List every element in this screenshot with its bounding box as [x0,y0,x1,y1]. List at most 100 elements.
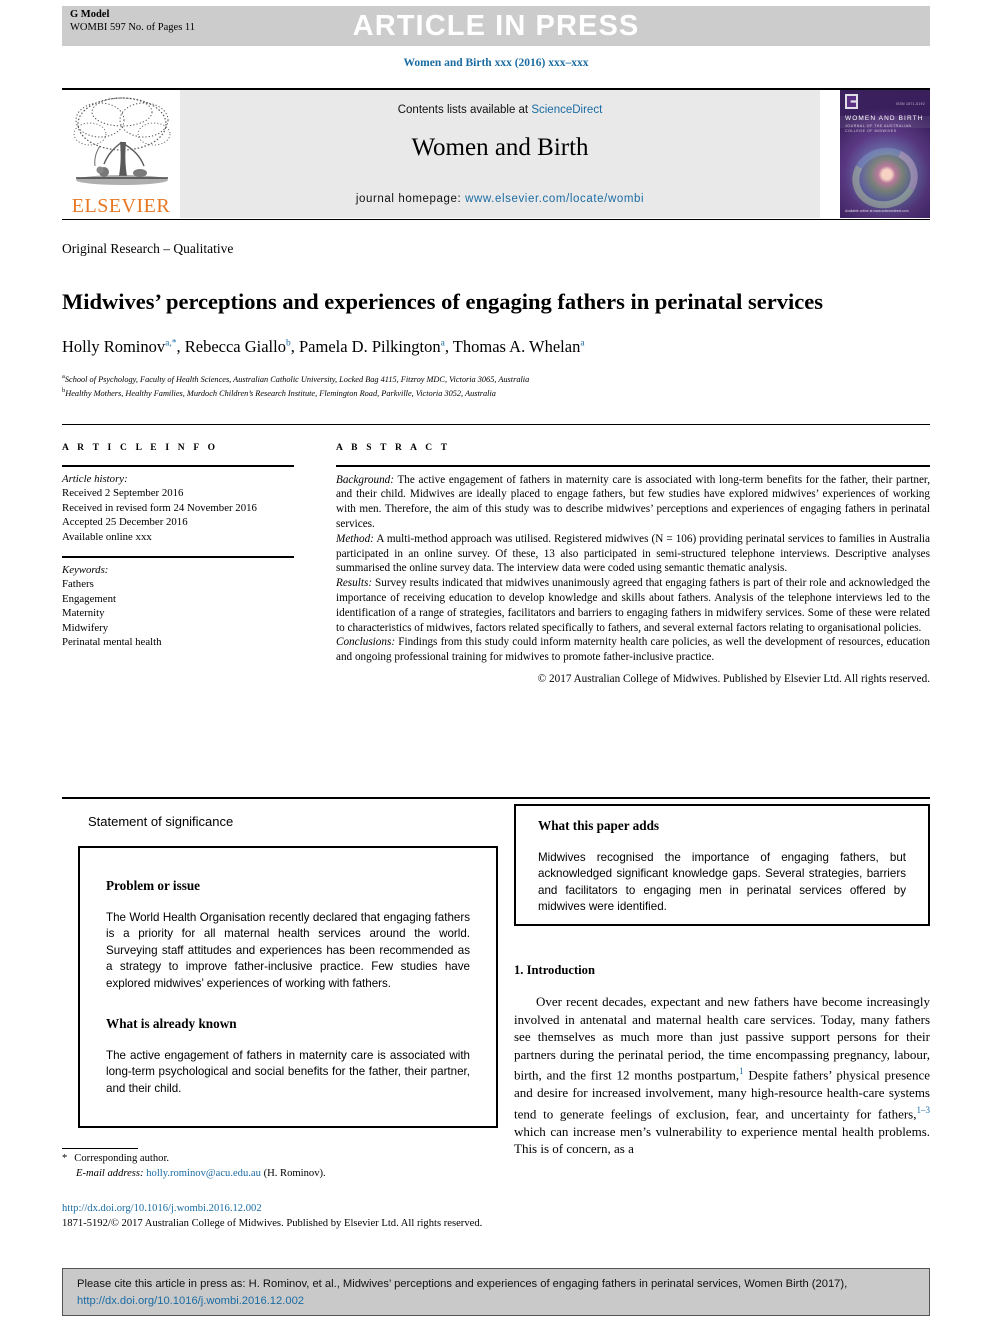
significance-heading-known: What is already known [106,1016,237,1032]
abstract-text-results: Survey results indicated that midwives u… [336,577,930,634]
g-model-label: G Model WOMBI 597 No. of Pages 11 [70,9,195,34]
history-item: Accepted 25 December 2016 [62,516,188,529]
keywords-block: Keywords: Fathers Engagement Maternity M… [62,558,294,650]
homepage-url[interactable]: www.elsevier.com/locate/wombi [465,193,644,205]
article-info-column: A R T I C L E I N F O Article history: R… [62,443,294,650]
cover-issn: ISSN 1871-5192 [895,102,925,106]
cite-text: Please cite this article in press as: H.… [77,1276,915,1309]
author-marks: b [285,338,291,349]
abstract-label-conclusions: Conclusions: [336,636,396,649]
abstract-paragraph-background: Background: The active engagement of fat… [336,473,930,532]
elsevier-logo: ELSEVIER [62,90,180,218]
abstract-body: Background: The active engagement of fat… [336,467,930,687]
affiliation-text: Healthy Mothers, Healthy Families, Murdo… [65,389,496,399]
cover-elsevier-mark-icon [845,94,858,109]
citation-ref[interactable]: 1–3 [917,1105,931,1115]
article-info-heading: A R T I C L E I N F O [62,443,219,453]
keyword-item: Perinatal mental health [62,636,162,649]
email-label: E-mail address: [76,1167,144,1179]
abstract-text-method: A multi-method approach was utilised. Re… [336,532,931,575]
affiliation-text: School of Psychology, Faculty of Health … [64,374,530,384]
elsevier-tree-icon [73,97,171,185]
abstract-paragraph-results: Results: Survey results indicated that m… [336,576,930,635]
author-marks: a,* [165,338,177,349]
page-title: Midwives’ perceptions and experiences of… [62,289,823,315]
masthead-panel: Contents lists available at ScienceDirec… [180,90,820,218]
history-item: Received 2 September 2016 [62,487,184,500]
footnote-block: * Corresponding author. E-mail address: h… [62,1152,492,1181]
keyword-item: Engagement [62,592,116,605]
history-item: Available online xxx [62,530,152,543]
journal-title: Women and Birth [411,134,589,161]
issn-copyright-line: 1871-5192/© 2017 Australian College of M… [62,1217,483,1229]
introduction-body: Over recent decades, expectant and new f… [514,993,930,1158]
homepage-label: journal homepage: [355,193,462,205]
masthead-bottom-rule [62,219,930,220]
abstract-label-results: Results: [336,577,373,590]
info-section-top-rule [62,424,930,425]
keyword-item: Midwifery [62,621,109,634]
cover-journal-subtitle: JOURNAL OF THE AUSTRALIAN COLLEGE OF MID… [845,124,912,133]
elsevier-wordmark: ELSEVIER [71,195,171,217]
introduction-heading: 1. Introduction [514,963,595,977]
cite-prefix: Please cite this article in press as: H.… [77,1278,848,1290]
contents-prefix: Contents lists available at [397,104,529,116]
doi-block: http://dx.doi.org/10.1016/j.wombi.2016.1… [62,1202,702,1231]
significance-text-problem: The World Health Organisation recently d… [106,911,470,990]
footnote-rule [62,1148,138,1150]
article-section-kind: Original Research – Qualitative [62,241,234,256]
cite-doi-link[interactable]: http://dx.doi.org/10.1016/j.wombi.2016.1… [77,1295,304,1307]
history-item: Received in revised form 24 November 201… [62,501,257,514]
statement-of-significance-box: Problem or issue The World Health Organi… [78,846,498,1128]
article-history-label: Article history: [62,472,128,485]
corresponding-author-note: * Corresponding author. [62,1152,492,1167]
abstract-label-method: Method: [336,532,374,545]
abstract-copyright: © 2017 Australian College of Midwives. P… [537,672,930,685]
corresponding-author-text: Corresponding author. [74,1153,170,1164]
abstract-heading: A B S T R A C T [336,443,451,453]
journal-homepage-line: journal homepage: www.elsevier.com/locat… [180,193,820,205]
affiliation-list: aSchool of Psychology, Faculty of Health… [62,371,912,400]
what-this-paper-adds-box: What this paper adds Midwives recognised… [514,804,930,926]
keywords-label: Keywords: [62,563,109,576]
corresponding-author-star: * [62,1153,68,1164]
cover-footer-text: Available online at www.sciencedirect.co… [845,209,909,213]
author-marks: a [580,338,585,349]
abstract-text-background: The active engagement of fathers in mate… [336,473,930,530]
journal-reference-line: Women and Birth xxx (2016) xxx–xxx [403,57,589,69]
email-owner: (H. Rominov). [263,1167,326,1179]
author-name: Pamela D. Pilkington [298,337,441,356]
keyword-item: Maternity [62,607,105,620]
abstract-text-conclusions: Findings from this study could inform ma… [336,636,930,664]
doi-link[interactable]: http://dx.doi.org/10.1016/j.wombi.2016.1… [62,1202,702,1217]
affiliation-item: aSchool of Psychology, Faculty of Health… [62,371,912,385]
abstract-paragraph-method: Method: A multi-method approach was util… [336,532,930,576]
journal-cover-thumbnail: ISSN 1871-5192 WOMEN AND BIRTH JOURNAL O… [840,90,930,218]
significance-heading-problem: Problem or issue [106,878,201,893]
abstract-bottom-rule [62,797,930,799]
author-name: Rebecca Giallo [184,337,286,356]
contents-lists-line: Contents lists available at ScienceDirec… [180,104,820,116]
abstract-column: A B S T R A C T Background: The active e… [336,443,930,687]
sciencedirect-link[interactable]: ScienceDirect [531,104,602,116]
keyword-item: Fathers [62,578,94,591]
abstract-paragraph-conclusions: Conclusions: Findings from this study co… [336,635,930,665]
author-list: Holly Rominova,*, Rebecca Giallob, Pamel… [62,337,585,356]
g-model-text: G Model [70,9,110,20]
author-name: Holly Rominov [62,337,166,356]
adds-text: Midwives recognised the importance of en… [538,851,906,914]
cite-this-article-box: Please cite this article in press as: H.… [62,1268,930,1316]
author-name: Thomas A. Whelan [452,337,581,356]
journal-masthead: ELSEVIER Contents lists available at Sci… [62,90,930,218]
affiliation-item: bHealthy Mothers, Healthy Families, Murd… [62,385,912,399]
adds-heading: What this paper adds [538,818,660,833]
email-link[interactable]: holly.rominov@acu.edu.au [146,1168,261,1179]
author-marks: a [440,338,445,349]
wombi-pages-text: WOMBI 597 No. of Pages 11 [70,21,196,33]
intro-text-part3: which can increase men’s vulnerability t… [514,1123,930,1157]
article-history-block: Article history: Received 2 September 20… [62,467,294,545]
abstract-label-background: Background: [336,473,394,486]
statement-of-significance-title: Statement of significance [88,814,234,829]
cover-journal-title: WOMEN AND BIRTH [845,115,924,122]
significance-text-known: The active engagement of fathers in mate… [106,1049,470,1095]
